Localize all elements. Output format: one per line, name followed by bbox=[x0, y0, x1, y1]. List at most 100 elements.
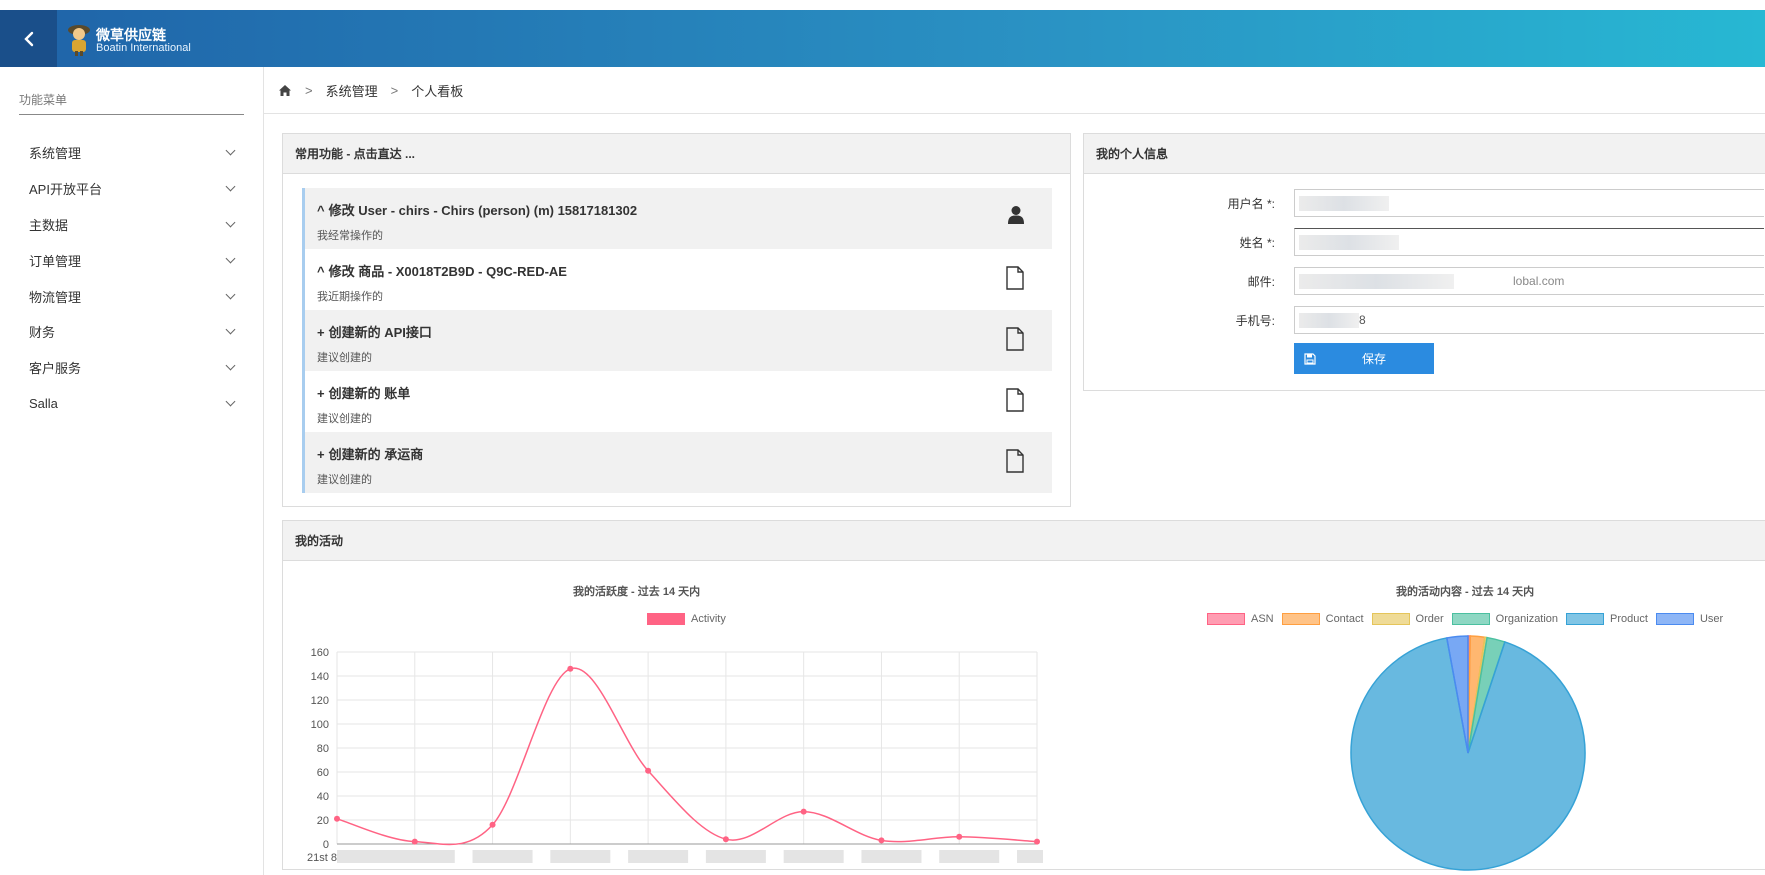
home-icon[interactable] bbox=[278, 84, 292, 97]
data-point[interactable] bbox=[411, 838, 418, 845]
redacted-x-label bbox=[394, 850, 455, 863]
email-row: 邮件: lobal.com bbox=[1084, 267, 1764, 295]
legend-label: Product bbox=[1610, 613, 1648, 625]
username-label: 用户名 *: bbox=[1227, 197, 1275, 211]
data-point[interactable] bbox=[567, 665, 574, 672]
breadcrumb-item-dashboard: 个人看板 bbox=[411, 83, 464, 99]
legend-label: ASN bbox=[1251, 613, 1274, 625]
shortcut-text: ^ 修改 商品 - X0018T2B9D - Q9C-RED-AE 我近期操作的 bbox=[317, 261, 567, 304]
sidebar: 功能菜单 系统管理 API开放平台 主数据订单管理物流管理财务客户服务 Salla bbox=[0, 67, 264, 875]
legend-label: Contact bbox=[1325, 613, 1364, 625]
data-point[interactable] bbox=[878, 837, 885, 844]
redacted-text bbox=[1299, 196, 1389, 211]
phone-input[interactable]: 8 bbox=[1294, 306, 1764, 334]
legend-item-user[interactable]: User bbox=[1655, 613, 1724, 625]
save-button[interactable]: 保存 bbox=[1294, 343, 1434, 374]
data-point[interactable] bbox=[1034, 838, 1040, 845]
shortcut-item[interactable]: ^ 修改 User - chirs - Chirs (person) (m) 15… bbox=[302, 188, 1052, 249]
sidebar-item[interactable]: 订单管理 bbox=[0, 242, 264, 278]
shortcut-subtitle: 我近期操作的 bbox=[317, 291, 383, 303]
sidebar-item[interactable]: 物流管理 bbox=[0, 278, 264, 314]
data-point[interactable] bbox=[645, 767, 652, 774]
line-chart-title: 我的活跃度 - 过去 14 天内 bbox=[573, 586, 701, 598]
activity-panel-title: 我的活动 bbox=[283, 521, 1765, 561]
sidebar-item[interactable]: Salla bbox=[0, 386, 264, 422]
y-tick-label: 140 bbox=[311, 671, 329, 683]
pie-chart-legend: ASN Contact Order Organization Product User bbox=[1207, 613, 1731, 625]
shortcut-title-text: 创建新的 账单 bbox=[328, 386, 411, 401]
shortcut-text: + 创建新的 账单 建议创建的 bbox=[317, 383, 410, 426]
shortcut-title: + 创建新的 API接口 bbox=[317, 322, 432, 341]
name-row: 姓名 *: bbox=[1084, 228, 1764, 256]
legend-item-asn[interactable]: ASN bbox=[1207, 613, 1274, 625]
redacted-text bbox=[1299, 313, 1359, 328]
breadcrumb: > 系统管理 > 个人看板 bbox=[264, 67, 1765, 114]
shortcut-title-text: 创建新的 API接口 bbox=[328, 325, 432, 340]
sidebar-item-label: 订单管理 bbox=[29, 253, 82, 269]
breadcrumb-separator: > bbox=[390, 82, 399, 98]
y-tick-label: 100 bbox=[311, 719, 329, 731]
chevron-down-icon bbox=[225, 253, 236, 264]
legend-swatch bbox=[1207, 613, 1245, 625]
legend-label: User bbox=[1699, 613, 1724, 625]
data-point[interactable] bbox=[956, 833, 963, 840]
plus-icon: + bbox=[317, 386, 325, 401]
sidebar-item-label: 客户服务 bbox=[29, 361, 82, 377]
shortcut-subtitle: 我经常操作的 bbox=[317, 230, 383, 242]
brand-logo bbox=[68, 25, 90, 56]
name-input[interactable] bbox=[1294, 228, 1764, 256]
profile-panel-title: 我的个人信息 bbox=[1084, 134, 1765, 174]
sidebar-item-label: 系统管理 bbox=[29, 146, 82, 162]
save-label: 保存 bbox=[1362, 352, 1387, 366]
data-point[interactable] bbox=[334, 815, 340, 822]
activity-pie-chart bbox=[1350, 635, 1586, 871]
username-row: 用户名 *: bbox=[1084, 189, 1764, 217]
breadcrumb-item-system[interactable]: 系统管理 bbox=[326, 81, 378, 100]
phone-value: 8 bbox=[1359, 313, 1366, 327]
plus-icon: + bbox=[317, 447, 325, 462]
redacted-x-label bbox=[783, 850, 844, 863]
chevron-down-icon bbox=[225, 324, 236, 335]
y-tick-label: 40 bbox=[317, 791, 329, 803]
data-point[interactable] bbox=[800, 808, 807, 815]
username-input[interactable] bbox=[1294, 189, 1764, 217]
email-input[interactable]: lobal.com bbox=[1294, 267, 1764, 295]
legend-item-organization[interactable]: Organization bbox=[1451, 613, 1558, 625]
sidebar-item-label: Salla bbox=[29, 395, 58, 411]
back-button[interactable] bbox=[0, 10, 57, 67]
y-tick-label: 0 bbox=[323, 839, 329, 851]
shortcut-item[interactable]: + 创建新的 API接口 建议创建的 bbox=[302, 310, 1052, 371]
legend-item-contact[interactable]: Contact bbox=[1281, 613, 1364, 625]
data-point[interactable] bbox=[489, 821, 496, 828]
menu-title: 功能菜单 bbox=[19, 93, 68, 107]
shortcut-list: ^ 修改 User - chirs - Chirs (person) (m) 15… bbox=[302, 188, 1052, 493]
shortcut-title: ^ 修改 商品 - X0018T2B9D - Q9C-RED-AE bbox=[317, 261, 567, 280]
sidebar-item[interactable]: 客户服务 bbox=[0, 350, 264, 386]
floppy-disk-icon bbox=[1304, 352, 1316, 365]
data-point[interactable] bbox=[722, 836, 729, 843]
shortcut-item[interactable]: + 创建新的 账单 建议创建的 bbox=[302, 371, 1052, 432]
redacted-x-label bbox=[628, 850, 689, 863]
sidebar-item[interactable]: 主数据 bbox=[0, 207, 264, 243]
sidebar-item[interactable]: API开放平台 bbox=[0, 171, 264, 207]
sidebar-item-label: 物流管理 bbox=[29, 289, 82, 305]
shortcut-item[interactable]: ^ 修改 商品 - X0018T2B9D - Q9C-RED-AE 我近期操作的 bbox=[302, 249, 1052, 310]
legend-item-product[interactable]: Product bbox=[1566, 613, 1648, 625]
chevron-down-icon bbox=[225, 181, 236, 192]
name-label: 姓名 *: bbox=[1239, 236, 1275, 250]
shortcuts-panel: 常用功能 - 点击直达 ... ^ 修改 User - chirs - Chirs… bbox=[282, 133, 1071, 507]
sidebar-item[interactable]: 财务 bbox=[0, 314, 264, 350]
email-value: lobal.com bbox=[1513, 274, 1565, 288]
legend-swatch bbox=[1281, 613, 1320, 625]
series-line-activity bbox=[336, 667, 1038, 846]
user-icon bbox=[1007, 205, 1025, 230]
shortcut-title: + 创建新的 账单 bbox=[317, 383, 410, 402]
sidebar-item[interactable]: 系统管理 bbox=[0, 135, 264, 171]
shortcut-item[interactable]: + 创建新的 承运商 建议创建的 bbox=[302, 432, 1052, 493]
chevron-down-icon bbox=[225, 396, 236, 407]
redacted-x-label bbox=[1017, 850, 1043, 863]
document-icon bbox=[1005, 327, 1025, 356]
legend-item-order[interactable]: Order bbox=[1371, 613, 1444, 625]
chevron-down-icon bbox=[225, 289, 236, 300]
legend-label: Order bbox=[1415, 613, 1444, 625]
